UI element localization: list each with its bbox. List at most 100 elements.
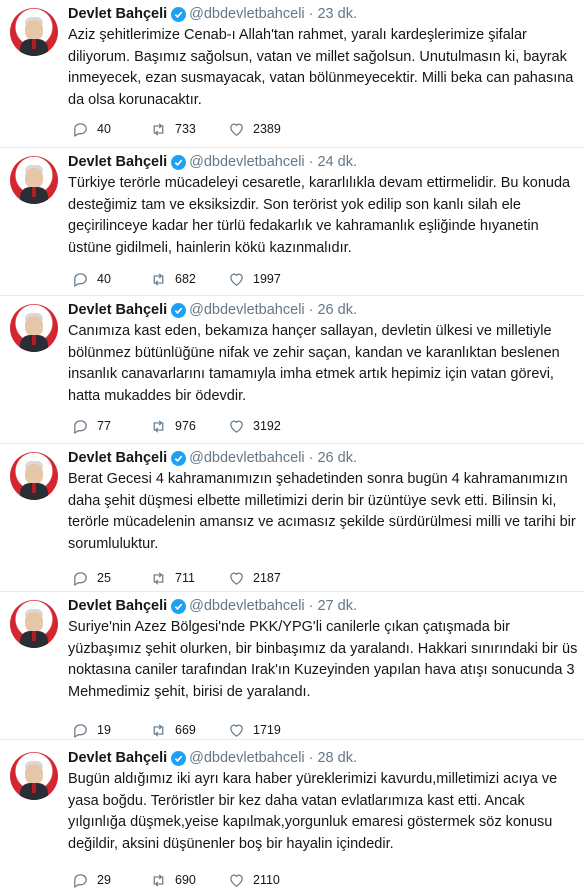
retweet-button[interactable]: 976 (150, 418, 228, 435)
author-name[interactable]: Devlet Bahçeli (68, 450, 167, 466)
reply-button[interactable]: 25 (72, 570, 150, 587)
retweet-icon (153, 419, 164, 433)
tweet-actions: 25 711 2187 (72, 568, 318, 588)
reply-icon (74, 723, 87, 738)
reply-count: 19 (97, 723, 111, 737)
timestamp[interactable]: 26 dk. (317, 302, 357, 318)
tweet-header: Devlet Bahçeli @dbdevletbahceli · 24 dk. (68, 152, 357, 172)
reply-button[interactable]: 40 (72, 121, 150, 138)
like-button[interactable]: 2110 (228, 872, 318, 889)
reply-count: 40 (97, 272, 111, 286)
heart-icon (230, 123, 243, 136)
author-handle[interactable]: @dbdevletbahceli (189, 598, 305, 614)
reply-icon (74, 419, 87, 434)
verified-badge-icon (171, 598, 187, 614)
retweet-count: 733 (175, 122, 196, 136)
timestamp[interactable]: 26 dk. (317, 450, 357, 466)
avatar[interactable] (10, 600, 58, 648)
avatar[interactable] (10, 8, 58, 56)
verified-badge-icon (171, 154, 187, 170)
author-name[interactable]: Devlet Bahçeli (68, 598, 167, 614)
timestamp[interactable]: 28 dk. (317, 750, 357, 766)
tweet-actions: 40 733 2389 (72, 119, 318, 139)
like-button[interactable]: 3192 (228, 418, 318, 435)
avatar[interactable] (10, 752, 58, 800)
like-button[interactable]: 1719 (228, 722, 318, 739)
timestamp[interactable]: 23 dk. (317, 6, 357, 22)
reply-icon (74, 571, 87, 586)
heart-icon (230, 420, 243, 433)
author-name[interactable]: Devlet Bahçeli (68, 302, 167, 318)
author-handle[interactable]: @dbdevletbahceli (189, 302, 305, 318)
heart-icon (230, 874, 243, 887)
tweet[interactable]: Devlet Bahçeli @dbdevletbahceli · 23 dk.… (0, 0, 584, 148)
like-button[interactable]: 1997 (228, 271, 318, 288)
retweet-button[interactable]: 690 (150, 872, 228, 889)
author-name[interactable]: Devlet Bahçeli (68, 154, 167, 170)
retweet-count: 682 (175, 272, 196, 286)
verified-badge-icon (171, 450, 187, 466)
like-button[interactable]: 2187 (228, 570, 318, 587)
avatar[interactable] (10, 304, 58, 352)
reply-button[interactable]: 77 (72, 418, 150, 435)
tweet-text: Türkiye terörle mücadeleyi cesaretle, ka… (68, 175, 571, 256)
retweet-button[interactable]: 682 (150, 271, 228, 288)
author-handle[interactable]: @dbdevletbahceli (189, 450, 305, 466)
avatar[interactable] (10, 156, 58, 204)
retweet-icon (153, 272, 164, 286)
tweet-actions: 19 669 1719 (72, 720, 318, 740)
reply-button[interactable]: 19 (72, 722, 150, 739)
tweet-text: Aziz şehitlerimize Cenab-ı Allah'tan rah… (68, 27, 574, 108)
verified-badge-icon (171, 750, 187, 766)
like-count: 2187 (253, 571, 281, 585)
separator-dot: · (308, 154, 314, 170)
like-count: 2110 (253, 873, 280, 887)
reply-count: 25 (97, 571, 111, 585)
heart-icon (230, 273, 243, 286)
retweet-button[interactable]: 733 (150, 121, 228, 138)
retweet-count: 711 (175, 571, 195, 585)
reply-button[interactable]: 29 (72, 872, 150, 889)
reply-button[interactable]: 40 (72, 271, 150, 288)
tweet-actions: 29 690 2110 (72, 870, 318, 890)
reply-icon (74, 873, 87, 888)
timestamp[interactable]: 24 dk. (317, 154, 357, 170)
retweet-icon (153, 873, 164, 887)
retweet-icon (153, 122, 164, 136)
verified-badge-icon (171, 302, 187, 318)
separator-dot: · (308, 750, 314, 766)
author-handle[interactable]: @dbdevletbahceli (189, 6, 305, 22)
like-button[interactable]: 2389 (228, 121, 318, 138)
separator-dot: · (308, 450, 314, 466)
author-name[interactable]: Devlet Bahçeli (68, 750, 167, 766)
retweet-button[interactable]: 711 (150, 570, 228, 587)
separator-dot: · (308, 598, 314, 614)
avatar[interactable] (10, 452, 58, 500)
author-name[interactable]: Devlet Bahçeli (68, 6, 167, 22)
reply-count: 40 (97, 122, 111, 136)
like-count: 1997 (253, 272, 281, 286)
tweet-text: Suriye'nin Azez Bölgesi'nde PKK/YPG'li c… (68, 619, 578, 700)
like-count: 1719 (253, 723, 281, 737)
retweet-icon (153, 571, 164, 585)
timestamp[interactable]: 27 dk. (317, 598, 357, 614)
heart-icon (230, 572, 243, 585)
tweet-header: Devlet Bahçeli @dbdevletbahceli · 26 dk. (68, 300, 357, 320)
tweet-header: Devlet Bahçeli @dbdevletbahceli · 27 dk. (68, 596, 357, 616)
author-handle[interactable]: @dbdevletbahceli (189, 750, 305, 766)
author-handle[interactable]: @dbdevletbahceli (189, 154, 305, 170)
retweet-button[interactable]: 669 (150, 722, 228, 739)
tweet-header: Devlet Bahçeli @dbdevletbahceli · 26 dk. (68, 448, 357, 468)
tweet[interactable]: Devlet Bahçeli @dbdevletbahceli · 26 dk.… (0, 444, 584, 592)
reply-count: 29 (97, 873, 111, 887)
like-count: 2389 (253, 122, 281, 136)
tweet[interactable]: Devlet Bahçeli @dbdevletbahceli · 24 dk.… (0, 148, 584, 296)
separator-dot: · (308, 302, 314, 318)
tweet[interactable]: Devlet Bahçeli @dbdevletbahceli · 28 dk.… (0, 744, 584, 888)
tweet-actions: 40 682 1997 (72, 269, 318, 289)
tweet-actions: 77 976 3192 (72, 416, 318, 436)
tweet[interactable]: Devlet Bahçeli @dbdevletbahceli · 26 dk.… (0, 296, 584, 444)
retweet-count: 690 (175, 873, 196, 887)
retweet-count: 976 (175, 419, 196, 433)
tweet[interactable]: Devlet Bahçeli @dbdevletbahceli · 27 dk.… (0, 592, 584, 740)
